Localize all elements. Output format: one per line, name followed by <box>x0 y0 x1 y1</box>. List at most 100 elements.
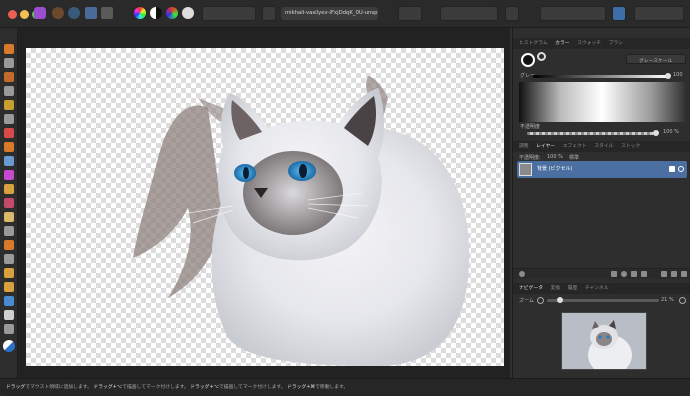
hsl-icon[interactable] <box>166 7 178 19</box>
liquify-persona-icon[interactable] <box>52 7 64 19</box>
studio-toggle-button[interactable] <box>612 6 626 21</box>
layer-opacity-label: 不透明度: <box>519 155 541 161</box>
blend-mode-select[interactable]: 標準 <box>569 154 579 161</box>
tab-brushes[interactable]: ブラシ <box>609 41 623 46</box>
assistant-buttons[interactable] <box>634 6 684 21</box>
canvas-area[interactable] <box>18 28 510 378</box>
paint-mixer-tool-icon[interactable] <box>4 184 14 194</box>
zoom-value: 21 % <box>661 297 674 303</box>
layers-footer <box>513 268 690 279</box>
freehand-selection-tool-icon[interactable] <box>4 128 14 138</box>
gray-spectrum[interactable] <box>519 82 685 122</box>
tab-transform[interactable]: 変換 <box>551 286 561 291</box>
selection-tools-group[interactable] <box>202 6 256 21</box>
opacity-label: 不透明度 <box>520 124 541 130</box>
color-mode-dropdown[interactable]: グレースケール <box>626 54 686 64</box>
layers-panel-tabs: 調整 レイヤー エフェクト スタイル ストック <box>513 141 690 152</box>
pen-tool-icon[interactable] <box>4 282 14 292</box>
visibility-icon[interactable] <box>678 166 684 172</box>
zoom-label: ズーム <box>519 298 534 304</box>
tone-mapping-persona-icon[interactable] <box>85 7 97 19</box>
export-persona-icon[interactable] <box>101 7 113 19</box>
text-tool-icon[interactable] <box>4 310 14 320</box>
duplicate-layer-icon[interactable] <box>671 271 677 277</box>
gray-value: 100 <box>673 72 683 78</box>
mask-button[interactable] <box>262 6 276 21</box>
view-tool-icon[interactable] <box>4 44 14 54</box>
white-balance-icon[interactable] <box>182 7 194 19</box>
stroke-color-well[interactable] <box>537 52 546 61</box>
color-swatch-icon[interactable] <box>3 340 15 352</box>
clone-tool-icon[interactable] <box>4 226 14 236</box>
layer-fx-icon[interactable] <box>519 271 525 277</box>
tab-adjustments[interactable]: 調整 <box>519 144 529 149</box>
tools-panel <box>0 28 18 378</box>
red-eye-tool-icon[interactable] <box>4 268 14 278</box>
add-layer-icon[interactable] <box>661 271 667 277</box>
color-opacity-value: 100 % <box>663 129 679 135</box>
status-hint-1-key: ドラッグ <box>6 385 26 390</box>
rectangle-tool-icon[interactable] <box>4 296 14 306</box>
zoom-out-icon[interactable] <box>537 297 544 304</box>
color-wheel-icon[interactable] <box>134 7 146 19</box>
quick-mask-button[interactable] <box>398 6 422 21</box>
zoom-in-icon[interactable] <box>679 297 686 304</box>
selection-brush-tool-icon[interactable] <box>4 100 14 110</box>
tab-stock[interactable]: ストック <box>621 144 640 149</box>
fill-color-well[interactable] <box>521 53 535 67</box>
healing-tool-icon[interactable] <box>4 254 14 264</box>
erase-tool-icon[interactable] <box>4 198 14 208</box>
tab-history[interactable]: 履歴 <box>568 286 578 291</box>
dodge-tool-icon[interactable] <box>4 212 14 222</box>
layer-thumbnail <box>519 163 532 176</box>
delete-layer-icon[interactable] <box>681 271 687 277</box>
move-tool-icon[interactable] <box>4 58 14 68</box>
live-filter-icon[interactable] <box>631 271 637 277</box>
status-hint-2-key: ドラッグ+⌥ <box>93 385 123 390</box>
paint-brush-tool-icon[interactable] <box>4 170 14 180</box>
color-opacity-slider[interactable] <box>527 130 659 136</box>
mask-layer-icon[interactable] <box>611 271 617 277</box>
color-mode-label: グレースケール <box>639 59 673 64</box>
zoom-tool-icon[interactable] <box>4 324 14 334</box>
toolbar: mikhail-vasilyev-IFxjDdqK_0U-unsplas × <box>0 0 690 28</box>
navigator-panel-tabs: ナビゲータ 変換 履歴 チャンネル <box>513 283 690 294</box>
develop-persona-icon[interactable] <box>68 7 80 19</box>
minimize-window-button[interactable] <box>20 10 29 19</box>
tab-navigator[interactable]: ナビゲータ <box>519 286 543 291</box>
marquee-tool-icon[interactable] <box>4 114 14 124</box>
group-icon[interactable] <box>641 271 647 277</box>
zoom-slider[interactable] <box>547 297 659 303</box>
tab-layers[interactable]: レイヤー <box>536 144 555 149</box>
status-hint-4: で移動します。 <box>315 385 349 390</box>
tab-color[interactable]: カラー <box>555 41 569 46</box>
color-picker-tool-icon[interactable] <box>4 72 14 82</box>
app-icon[interactable] <box>34 7 46 19</box>
adjustment-layer-icon[interactable] <box>621 271 627 277</box>
status-hint-2: で描画してマーク付けします。 <box>122 385 189 390</box>
blur-tool-icon[interactable] <box>4 240 14 250</box>
status-hint-3: で描画してマーク付けします。 <box>219 385 286 390</box>
gray-slider[interactable] <box>533 73 671 79</box>
tab-styles[interactable]: スタイル <box>594 144 613 149</box>
arrange-buttons[interactable] <box>440 6 498 21</box>
pin-button[interactable] <box>505 6 519 21</box>
document-tab[interactable]: mikhail-vasilyev-IFxjDdqK_0U-unsplas × <box>281 7 378 20</box>
navigator-preview[interactable] <box>561 312 647 370</box>
levels-icon[interactable] <box>150 7 162 19</box>
tab-swatches[interactable]: スウォッチ <box>577 41 601 46</box>
tab-effects[interactable]: エフェクト <box>563 144 587 149</box>
snapping-buttons[interactable] <box>540 6 606 21</box>
tab-channels[interactable]: チャンネル <box>585 286 609 291</box>
flood-fill-tool-icon[interactable] <box>4 142 14 152</box>
status-hint-3-key: ドラッグ+⌥ <box>190 385 219 390</box>
layer-opacity-value[interactable]: 100 % <box>547 154 563 160</box>
layer-name: 背景 (ピクセル) <box>537 166 573 172</box>
tab-histogram[interactable]: ヒストグラム <box>519 41 548 46</box>
studio-panels: ヒストグラム カラー スウォッチ ブラシ グレースケール グレー 100 不透明… <box>512 28 690 378</box>
lock-icon[interactable] <box>669 166 675 172</box>
gradient-tool-icon[interactable] <box>4 156 14 166</box>
crop-tool-icon[interactable] <box>4 86 14 96</box>
close-window-button[interactable] <box>8 10 17 19</box>
layer-row-background[interactable]: 背景 (ピクセル) <box>517 161 687 178</box>
